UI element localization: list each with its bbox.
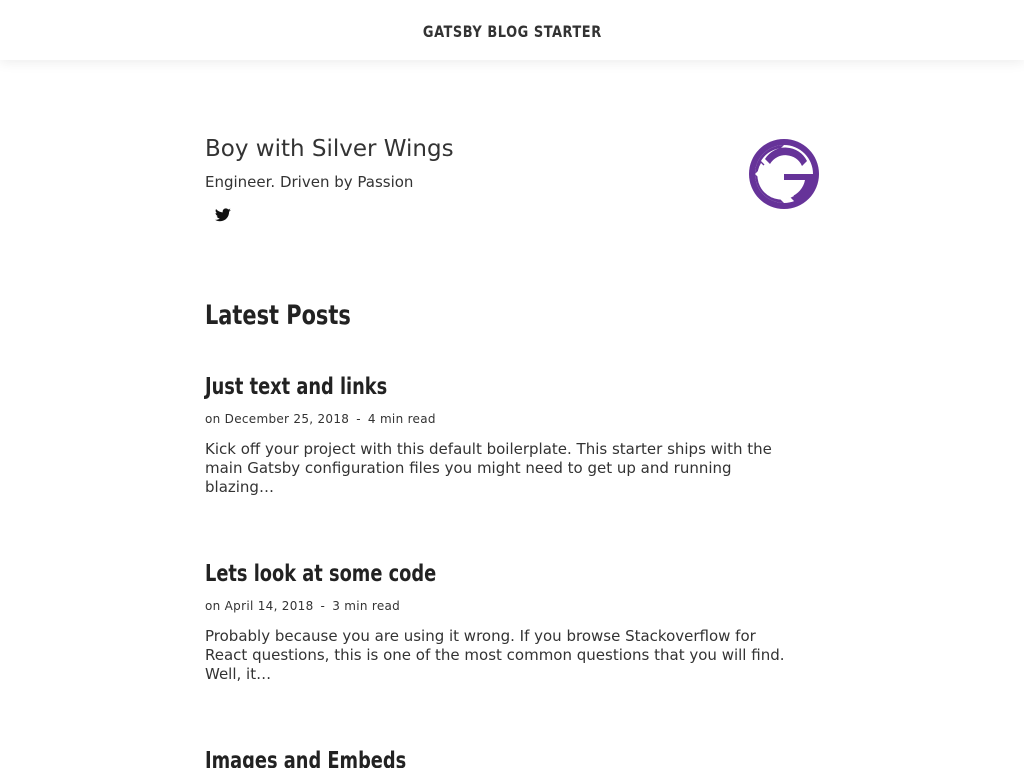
author-name: Boy with Silver Wings: [205, 136, 454, 162]
post-read-time: 4 min read: [367, 412, 436, 426]
site-brand-link[interactable]: GATSBY BLOG STARTER: [423, 22, 602, 41]
post-read-time: 3 min read: [332, 599, 401, 613]
post-meta: on April 14, 2018-3 min read: [205, 599, 400, 613]
author-tagline: Engineer. Driven by Passion: [205, 173, 414, 191]
post-excerpt: Probably because you are using it wrong.…: [205, 627, 785, 683]
author-bio: Boy with Silver Wings Engineer. Driven b…: [205, 136, 820, 226]
twitter-icon[interactable]: [215, 208, 231, 222]
post-title-link[interactable]: Just text and links: [205, 374, 387, 400]
gatsby-logo-icon: [749, 139, 819, 209]
post-title-link[interactable]: Images and Embeds: [205, 748, 406, 768]
post-excerpt: Kick off your project with this default …: [205, 440, 772, 496]
post-title-link[interactable]: Lets look at some code: [205, 561, 436, 587]
meta-separator: -: [320, 599, 326, 613]
meta-separator: -: [356, 412, 361, 426]
post-item: Lets look at some code on April 14, 2018…: [205, 561, 805, 691]
post-item: Images and Embeds: [205, 748, 805, 768]
latest-posts-heading: Latest Posts: [205, 300, 351, 331]
post-date: on December 25, 2018: [205, 412, 350, 426]
post-item: Just text and links on December 25, 2018…: [205, 374, 805, 504]
post-date: on April 14, 2018: [205, 599, 314, 613]
top-navbar: GATSBY BLOG STARTER: [0, 0, 1024, 60]
post-meta: on December 25, 2018-4 min read: [205, 412, 436, 426]
